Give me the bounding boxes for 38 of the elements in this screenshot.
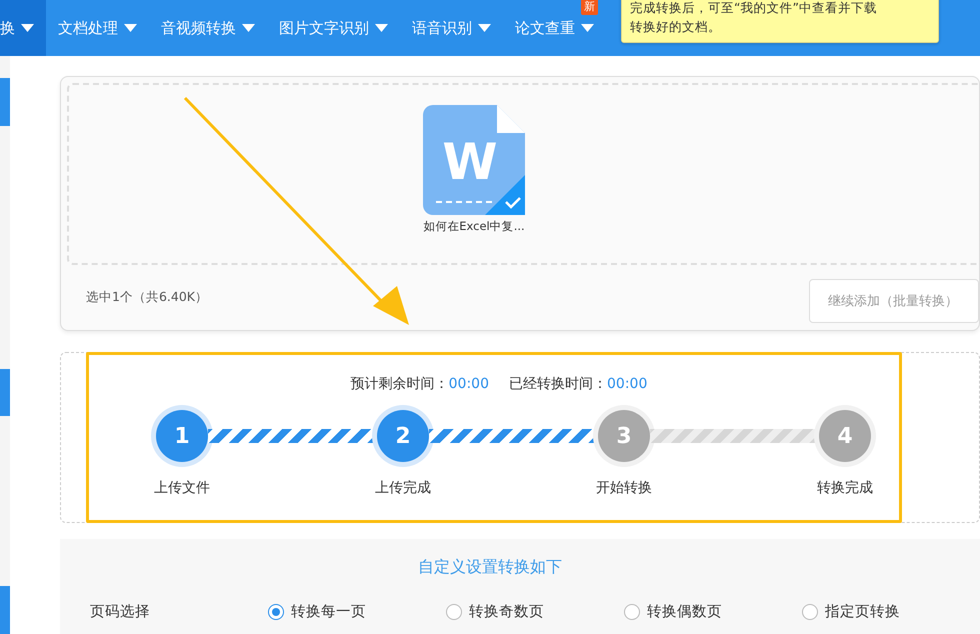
caret-icon [21,24,34,32]
selection-summary: 选中1个（共6.40K） [86,288,208,306]
step-circle: 3 [598,410,650,462]
remaining-time-label: 预计剩余时间： [350,376,449,392]
step-label: 上传完成 [375,479,431,497]
caret-icon [478,24,491,32]
page-radio-option[interactable]: 转换每一页 [268,602,446,621]
page-radio-option[interactable]: 指定页转换 [802,602,980,621]
nav-menu-item[interactable]: 文档处理 [46,0,149,56]
step-label: 开始转换 [596,479,652,497]
caret-icon [242,24,255,32]
nav-menu-item[interactable]: 换 [0,0,46,56]
caret-icon [124,24,137,32]
page-selection-label: 页码选择 [90,603,151,621]
caret-icon [581,24,594,32]
step-circle: 1 [156,410,208,462]
file-name: 如何在Excel中复... [423,219,525,234]
nav-menu-item[interactable]: 论文查重 新 [503,0,606,56]
new-badge: 新 [581,0,598,15]
nav-menu-item[interactable]: 图片文字识别 [267,0,400,56]
step-label: 上传文件 [154,479,210,497]
drop-area[interactable]: W 如何在Excel中复... [67,83,979,265]
step-circle: 4 [819,410,871,462]
page-radio-option[interactable]: 转换偶数页 [624,602,802,621]
elapsed-time: 00:00 [607,376,648,392]
nav-menu-item[interactable]: 语音识别 [400,0,503,56]
elapsed-time-label: 已经转换时间： [509,376,607,392]
step-label: 转换完成 [817,479,873,497]
add-more-button[interactable]: 继续添加（批量转换） [809,279,979,323]
tooltip: 完成转换后，可至“我的文件”中查看并下载 转换好的文档。 [621,0,939,43]
nav-menu-item[interactable]: 音视频转换 [149,0,267,56]
step-circle: 2 [377,410,429,462]
sidebar-tab[interactable] [0,368,10,416]
settings-title: 自定义设置转换如下 [418,557,562,578]
remaining-time: 00:00 [448,376,489,392]
word-file-icon: W [423,105,525,215]
page-radio-option[interactable]: 转换奇数页 [446,602,624,621]
caret-icon [375,24,388,32]
